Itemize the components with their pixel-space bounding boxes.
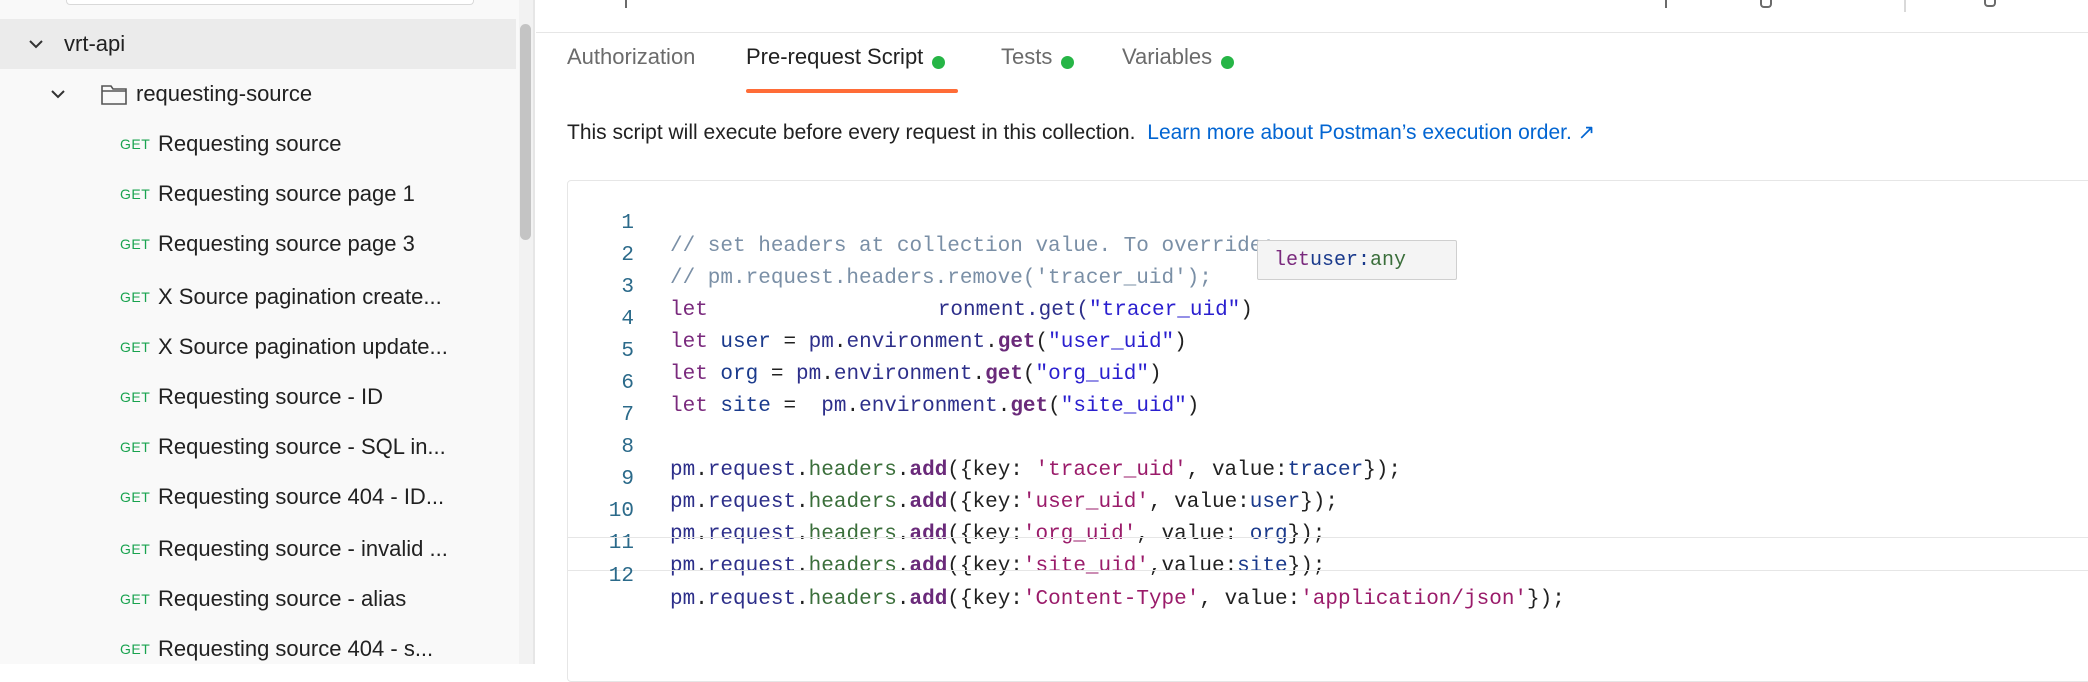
chevron-down-icon[interactable] bbox=[48, 84, 68, 104]
method-badge: GET bbox=[120, 541, 151, 557]
method-badge: GET bbox=[120, 641, 151, 657]
request-name: Requesting source - SQL in... bbox=[158, 434, 446, 459]
method-badge: GET bbox=[120, 489, 151, 505]
method-badge: GET bbox=[120, 591, 151, 607]
script-info-line: This script will execute before every re… bbox=[567, 120, 1595, 145]
tooltip-type: any bbox=[1370, 248, 1407, 272]
sidebar: vrt-api requesting-source GET Requesting… bbox=[0, 0, 520, 664]
tab-authorization[interactable]: Authorization bbox=[567, 44, 695, 94]
code-line: 5 let org = pm.environment.get("org_uid"… bbox=[568, 313, 2088, 386]
request-name: Requesting source 404 - s... bbox=[158, 636, 434, 661]
pane-resize-handle[interactable] bbox=[533, 0, 535, 664]
request-name: Requesting source - ID bbox=[158, 384, 383, 409]
request-name: Requesting source page 1 bbox=[158, 181, 415, 206]
method-badge: GET bbox=[120, 136, 151, 152]
request-name: X Source pagination create... bbox=[158, 284, 442, 309]
tooltip-keyword: let bbox=[1274, 248, 1311, 272]
request-name: Requesting source bbox=[158, 131, 342, 156]
tab-variables[interactable]: Variables bbox=[1122, 44, 1235, 94]
code-line: 9 pm.request.headers.add({key:'user_uid'… bbox=[568, 441, 2088, 514]
tab-label: Authorization bbox=[567, 44, 696, 69]
request-name: Requesting source page 3 bbox=[158, 231, 415, 256]
hover-tooltip: let user: any bbox=[1257, 240, 1457, 280]
code-string: 'Content-Type' bbox=[1022, 588, 1200, 611]
collection-name: vrt-api bbox=[64, 31, 126, 56]
tab-label: Tests bbox=[1001, 44, 1053, 69]
tab-label: Pre-request Script bbox=[746, 44, 924, 69]
code-line: 7 bbox=[568, 377, 2088, 427]
code-line: 1 // set headers at collection value. To… bbox=[568, 185, 2088, 258]
chevron-down-icon[interactable] bbox=[26, 34, 46, 54]
method-badge: GET bbox=[120, 236, 151, 252]
request-item[interactable]: GET Requesting source 404 - ID... bbox=[0, 472, 516, 522]
code-line: 10 pm.request.headers.add({key:'org_uid'… bbox=[568, 473, 2088, 546]
request-item[interactable]: GET Requesting source page 3 bbox=[0, 219, 516, 269]
code-line: 8 pm.request.headers.add({key: 'tracer_u… bbox=[568, 409, 2088, 482]
collection-row[interactable]: vrt-api bbox=[0, 19, 516, 69]
toolbar-fragment bbox=[1665, 0, 1667, 8]
sidebar-scrollbar-thumb[interactable] bbox=[520, 24, 531, 240]
active-tab-indicator bbox=[746, 89, 958, 93]
request-item[interactable]: GET X Source pagination update... bbox=[0, 322, 516, 372]
request-item[interactable]: GET X Source pagination create... bbox=[0, 272, 516, 322]
toolbar-fragment bbox=[625, 0, 627, 8]
toolbar-icon[interactable] bbox=[1984, 0, 1996, 7]
status-dot bbox=[1061, 56, 1075, 69]
top-toolbar-strip bbox=[536, 0, 2088, 33]
request-item[interactable]: GET Requesting source 404 - s... bbox=[0, 624, 516, 664]
status-dot bbox=[932, 56, 946, 69]
method-badge: GET bbox=[120, 339, 151, 355]
code-text: pm.request.headers.add({key:'Content-Typ… bbox=[670, 588, 1565, 611]
folder-name: requesting-source bbox=[136, 81, 313, 106]
tab-tests[interactable]: Tests bbox=[1001, 44, 1075, 94]
tab-pre-request-script[interactable]: Pre-request Script bbox=[746, 44, 946, 94]
sidebar-search-input[interactable] bbox=[66, 0, 474, 5]
code-string: 'application/json' bbox=[1300, 588, 1528, 611]
request-name: Requesting source - alias bbox=[158, 586, 407, 611]
method-badge: GET bbox=[120, 186, 151, 202]
request-name: Requesting source 404 - ID... bbox=[158, 484, 445, 509]
request-item[interactable]: GET Requesting source - SQL in... bbox=[0, 422, 516, 472]
status-dot bbox=[1221, 56, 1235, 69]
request-name: X Source pagination update... bbox=[158, 334, 448, 359]
execution-order-link[interactable]: Learn more about Postman’s execution ord… bbox=[1147, 121, 1595, 144]
folder-icon bbox=[100, 82, 128, 106]
request-item[interactable]: GET Requesting source bbox=[0, 119, 516, 169]
folder-row[interactable]: requesting-source bbox=[0, 69, 516, 119]
request-name: Requesting source - invalid ... bbox=[158, 536, 448, 561]
tab-label: Variables bbox=[1122, 44, 1213, 69]
method-badge: GET bbox=[120, 289, 151, 305]
toolbar-divider bbox=[1904, 0, 1906, 12]
code-line: 11 pm.request.headers.add({key:'site_uid… bbox=[568, 505, 2088, 578]
request-item[interactable]: GET Requesting source - alias bbox=[0, 574, 516, 624]
line-number: 12 bbox=[608, 565, 634, 588]
request-item[interactable]: GET Requesting source page 1 bbox=[0, 169, 516, 219]
method-badge: GET bbox=[120, 439, 151, 455]
main-panel: Authorization Pre-request Script Tests V… bbox=[536, 0, 2088, 682]
code-line-current: 12 pm.request.headers.add({key:'Content-… bbox=[568, 537, 2088, 611]
request-item[interactable]: GET Requesting source - invalid ... bbox=[0, 524, 516, 574]
toolbar-icon[interactable] bbox=[1760, 0, 1772, 8]
method-badge: GET bbox=[120, 389, 151, 405]
code-line: 4 let user = pm.environment.get("user_ui… bbox=[568, 281, 2088, 354]
request-item[interactable]: GET Requesting source - ID bbox=[0, 372, 516, 422]
tooltip-name: user: bbox=[1310, 248, 1371, 272]
code-line: 6 let site = pm.environment.get("site_ui… bbox=[568, 345, 2088, 418]
info-text: This script will execute before every re… bbox=[567, 121, 1136, 144]
